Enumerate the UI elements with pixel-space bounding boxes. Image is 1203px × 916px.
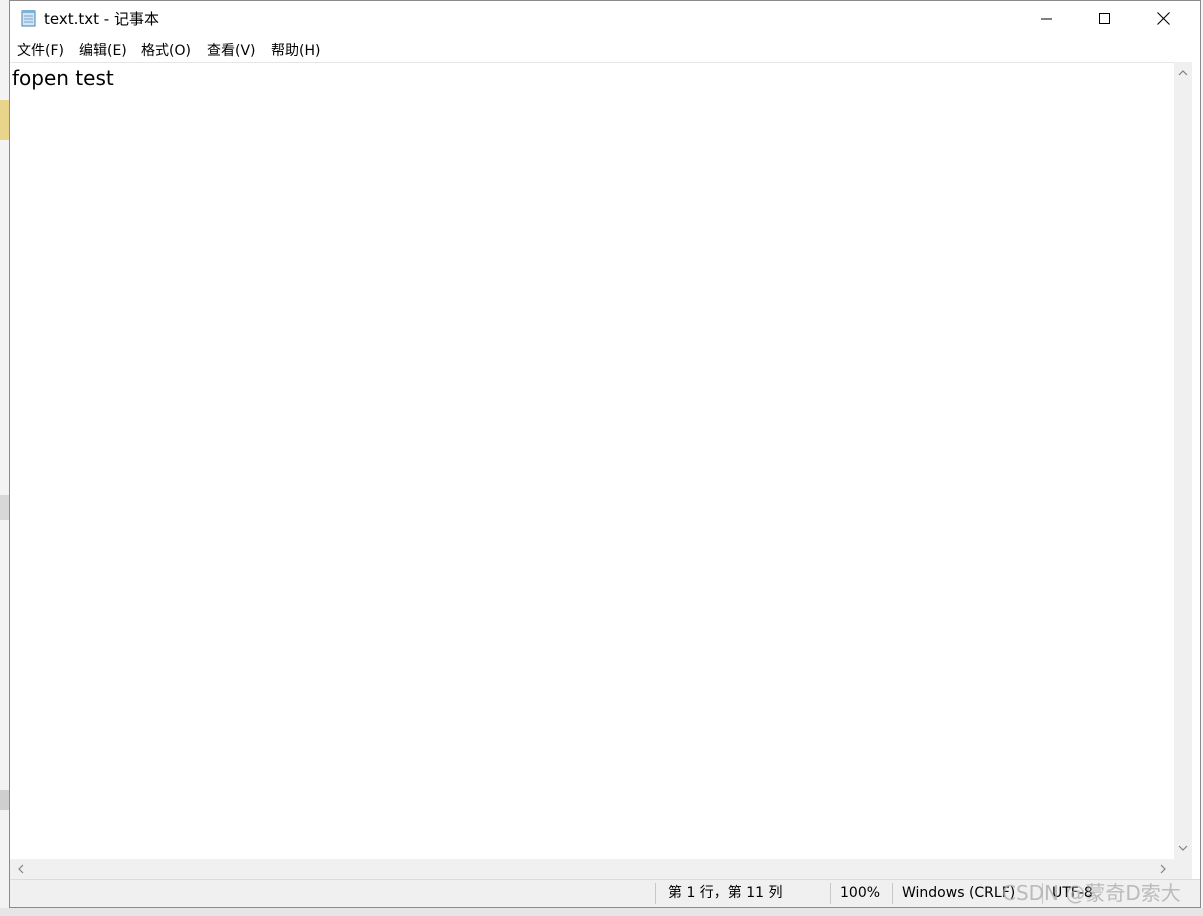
- scrollbar-corner: [1174, 859, 1192, 879]
- scroll-up-icon[interactable]: [1174, 64, 1192, 82]
- watermark-text: CSDN @蒙奇D索大: [1002, 881, 1181, 905]
- background-taskbar-edge: [0, 908, 1203, 916]
- status-cursor-position: 第 1 行，第 11 列: [668, 885, 783, 901]
- scroll-right-icon[interactable]: [1154, 859, 1172, 879]
- scroll-down-icon[interactable]: [1174, 839, 1192, 857]
- vertical-scrollbar[interactable]: [1174, 62, 1192, 859]
- menu-format[interactable]: 格式(O): [141, 41, 191, 61]
- editor-content[interactable]: fopen test: [12, 65, 114, 91]
- notepad-icon: [20, 9, 38, 27]
- menu-bar: 文件(F) 编辑(E) 格式(O) 查看(V) 帮助(H): [10, 38, 1200, 62]
- close-icon: [1156, 10, 1170, 29]
- minimize-icon: [1041, 10, 1053, 29]
- background-fragment: [0, 790, 9, 810]
- notepad-window: text.txt - 记事本 文件(F) 编辑(E) 格式(O) 查看(V) 帮…: [9, 0, 1201, 908]
- scroll-left-icon[interactable]: [12, 859, 30, 879]
- horizontal-scrollbar[interactable]: [10, 859, 1174, 879]
- background-fragment: [0, 495, 9, 520]
- menu-view[interactable]: 查看(V): [207, 41, 256, 61]
- maximize-button[interactable]: [1076, 1, 1134, 37]
- status-zoom: 100%: [840, 885, 881, 901]
- menu-edit[interactable]: 编辑(E): [79, 41, 127, 61]
- maximize-icon: [1099, 10, 1111, 29]
- text-editor[interactable]: fopen test: [10, 62, 1174, 859]
- menu-help[interactable]: 帮助(H): [271, 41, 320, 61]
- close-button[interactable]: [1134, 1, 1192, 37]
- status-divider: [892, 883, 893, 904]
- background-fragment: [0, 100, 9, 140]
- background-window-left: [0, 0, 9, 916]
- window-title: text.txt - 记事本: [44, 10, 159, 28]
- minimize-button[interactable]: [1018, 1, 1076, 37]
- status-line-ending: Windows (CRLF): [902, 885, 1016, 901]
- status-divider: [655, 883, 656, 904]
- title-bar[interactable]: text.txt - 记事本: [10, 1, 1200, 37]
- status-divider: [830, 883, 831, 904]
- menu-file[interactable]: 文件(F): [17, 41, 64, 61]
